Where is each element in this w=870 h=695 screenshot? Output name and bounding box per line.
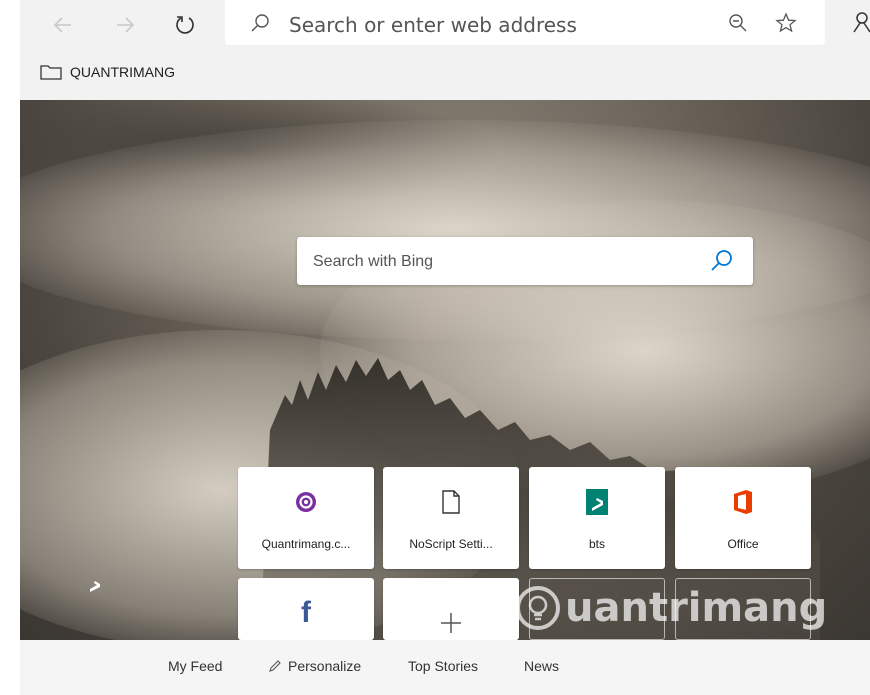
top-stories-link[interactable]: Top Stories: [408, 658, 478, 674]
person-icon: [853, 12, 870, 33]
browser-toolbar: Search or enter web address: [20, 0, 870, 52]
search-icon: [711, 250, 732, 271]
address-bar-placeholder: Search or enter web address: [289, 13, 577, 37]
favorites-folder-quantrimang[interactable]: QUANTRIMANG: [40, 64, 175, 80]
personalize-link[interactable]: Personalize: [268, 658, 361, 674]
office-icon: [675, 487, 811, 517]
tile-bts[interactable]: bts: [529, 467, 665, 569]
my-feed-label: My Feed: [168, 658, 223, 674]
refresh-button[interactable]: [168, 8, 202, 42]
favorites-folder-label: QUANTRIMANG: [70, 64, 175, 80]
forward-arrow-icon: [117, 17, 135, 33]
bing-search-placeholder: Search with Bing: [313, 253, 434, 270]
feed-bar: My Feed Personalize Top Stories News: [20, 640, 870, 695]
tile-label: Quantrimang.c...: [261, 537, 351, 551]
news-link[interactable]: News: [524, 658, 559, 674]
back-button[interactable]: [46, 8, 80, 42]
tile-facebook[interactable]: f: [238, 578, 374, 640]
back-arrow-icon: [53, 17, 71, 33]
search-icon: [247, 10, 273, 36]
forward-button[interactable]: [108, 8, 142, 42]
tile-office[interactable]: Office: [675, 467, 811, 569]
add-tile-button[interactable]: [383, 578, 519, 640]
quantrimang-icon: [238, 487, 374, 517]
tile-quantrimang[interactable]: Quantrimang.c...: [238, 467, 374, 569]
watermark: uantrimang: [515, 585, 827, 631]
folder-icon: [40, 65, 62, 80]
facebook-icon: f: [301, 596, 311, 629]
star-icon: [775, 12, 797, 33]
tile-label: NoScript Setti...: [409, 537, 493, 551]
lightbulb-icon: [516, 586, 560, 630]
pencil-icon: [269, 660, 281, 672]
browser-window: Search or enter web address QUANTRIMANG: [0, 0, 870, 695]
bing-logo-icon[interactable]: [88, 575, 102, 599]
profile-button[interactable]: [844, 4, 870, 40]
zoom-out-icon: [729, 14, 747, 32]
news-label: News: [524, 658, 560, 674]
my-feed-link[interactable]: My Feed: [168, 658, 222, 674]
add-icon: [383, 608, 519, 638]
refresh-icon: [176, 16, 194, 34]
personalize-label: Personalize: [288, 658, 362, 674]
watermark-text: uantrimang: [565, 585, 828, 631]
address-bar[interactable]: Search or enter web address: [225, 0, 825, 45]
tile-label: bts: [588, 537, 605, 551]
page-icon: [383, 487, 519, 517]
bing-search-box[interactable]: Search with Bing: [297, 237, 753, 285]
bing-icon: [529, 487, 665, 517]
tile-noscript[interactable]: NoScript Setti...: [383, 467, 519, 569]
favorite-button[interactable]: [773, 10, 799, 36]
favorites-bar: QUANTRIMANG: [20, 52, 870, 100]
zoom-out-button[interactable]: [725, 10, 751, 36]
top-stories-label: Top Stories: [408, 658, 479, 674]
tile-label: Office: [727, 537, 759, 551]
